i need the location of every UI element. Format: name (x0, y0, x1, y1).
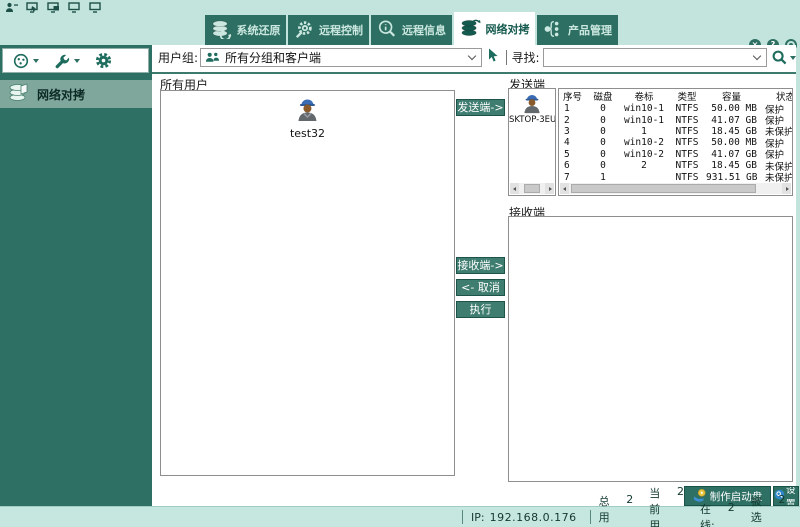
separator (505, 50, 507, 65)
settings-gear-button[interactable] (94, 51, 113, 70)
search-icon (772, 50, 787, 65)
tools-button[interactable] (53, 52, 80, 70)
sender-disk-table[interactable]: 序号 磁盘 卷标 类型 容量 状态 10win10-1NTFS50.00 MB保… (558, 88, 793, 196)
chevron-down-icon (752, 51, 762, 61)
tab-system-restore[interactable]: 系统还原 (205, 15, 286, 45)
database-copy-icon (460, 18, 481, 41)
machine-name: SKTOP-3EU3S (509, 115, 555, 125)
tab-label: 远程信息 (402, 24, 446, 37)
sidebar: 网络对拷 (0, 45, 152, 506)
view-mode-button[interactable] (12, 52, 39, 70)
col-header-capacity[interactable]: 容量 (706, 89, 762, 103)
chevron-down-icon (74, 58, 80, 63)
tab-label: 产品管理 (568, 24, 612, 37)
receiver-panel[interactable] (508, 216, 793, 482)
machine-list-hscrollbar[interactable] (510, 183, 554, 194)
ip-label: IP: (471, 510, 485, 524)
settings-label: 设置 (786, 486, 796, 506)
col-header-volume[interactable]: 卷标 (620, 89, 668, 103)
receiver-button[interactable]: 接收端-> (456, 257, 505, 274)
tab-network-copy[interactable]: 网络对拷 (454, 12, 535, 46)
scroll-thumb[interactable] (571, 184, 756, 193)
chevron-down-icon (467, 51, 476, 61)
current-users-counter: 当前用户:2 (649, 485, 685, 527)
user-item[interactable]: test32 (290, 96, 325, 140)
cursor-locate-button[interactable] (487, 48, 500, 67)
table-row[interactable]: 5 0 win10-2 NTFS 41.07 GB 保护 (559, 149, 792, 162)
table-row[interactable]: 7 1 NTFS 931.51 GB 未保护 (559, 171, 792, 185)
info-search-icon (377, 19, 397, 42)
table-row[interactable]: 2 0 win10-1 NTFS 41.07 GB 保护 (559, 114, 792, 128)
database-copy-icon (8, 82, 30, 106)
table-row[interactable]: 4 0 win10-2 NTFS 50.00 MB 保护 (559, 137, 792, 150)
user-avatar-icon (295, 99, 321, 126)
disk-table: 序号 磁盘 卷标 类型 容量 状态 10win10-1NTFS50.00 MB保… (559, 89, 792, 185)
user-icon[interactable] (5, 2, 18, 13)
execute-button[interactable]: 执行 (456, 301, 505, 318)
col-header-index[interactable]: 序号 (559, 89, 586, 103)
tab-remote-control[interactable]: 远程控制 (288, 15, 369, 45)
search-label: 寻找: (511, 51, 540, 65)
selected-counter: 被选中:2 (750, 493, 786, 524)
tab-product-management[interactable]: 产品管理 (537, 15, 618, 45)
search-button[interactable] (772, 50, 796, 65)
table-hscrollbar[interactable] (560, 183, 791, 194)
online-counter: 在线: 2 (700, 501, 735, 527)
sidebar-item-network-copy[interactable]: 网络对拷 (0, 80, 152, 108)
gear-wrench-icon (294, 19, 314, 42)
sender-machine-list[interactable]: SKTOP-3EU3S (508, 88, 556, 196)
monitor-outline-icon[interactable] (89, 2, 102, 13)
user-group-label: 用户组: (158, 51, 199, 65)
product-tree-icon (543, 19, 563, 42)
monitor-copy-icon[interactable] (47, 2, 60, 13)
col-header-type[interactable]: 类型 (668, 89, 706, 103)
user-group-value: 所有分组和客户端 (225, 51, 322, 65)
cancel-button[interactable]: <- 取消 (456, 279, 505, 296)
tab-label: 系统还原 (236, 24, 281, 37)
sender-button[interactable]: 发送端-> (456, 99, 505, 116)
col-header-disk[interactable]: 磁盘 (586, 89, 620, 103)
main-area: 用户组: 所有分组和客户端 寻找: 所有用户 test32 发送端-> 接收端-… (152, 45, 796, 506)
ip-status: IP: 192.168.0.176 (462, 510, 577, 524)
monitor-icon[interactable] (68, 2, 81, 13)
status-bar: IP: 192.168.0.176 总用户:2 当前用户:2 在线:2 被选中:… (0, 485, 800, 527)
sender-panel: SKTOP-3EU3S 序号 磁盘 卷标 类型 容量 状态 (508, 88, 793, 196)
chevron-down-icon (790, 55, 796, 60)
scroll-right-icon[interactable] (545, 183, 554, 194)
circle-dots-icon (13, 53, 29, 68)
database-restore-icon (211, 19, 232, 42)
counters-status: 总用户:2 当前用户:2 在线:2 被选中:2 (589, 485, 800, 527)
sidebar-toolbar (2, 48, 149, 73)
chevron-down-icon (33, 58, 39, 63)
table-row[interactable]: 1 0 win10-1 NTFS 50.00 MB 保护 (559, 103, 792, 116)
titlebar-quick-icons (5, 2, 102, 13)
users-group-icon (205, 48, 220, 67)
wrench-icon (55, 54, 70, 68)
search-input[interactable] (542, 48, 767, 67)
user-name: test32 (289, 127, 326, 140)
total-users-counter: 总用户:2 (598, 493, 634, 524)
scroll-left-icon[interactable] (510, 183, 519, 194)
scroll-left-icon[interactable] (560, 183, 569, 194)
tab-label: 远程控制 (319, 24, 363, 37)
filter-bar: 用户组: 所有分组和客户端 寻找: (152, 45, 796, 72)
scroll-thumb[interactable] (524, 184, 540, 193)
monitor-cursor-icon[interactable] (26, 2, 39, 13)
scroll-right-icon[interactable] (782, 183, 791, 194)
app-window: 系统还原 远程控制 远程信息 网络对拷 产品管理 × ? 网络对拷 用户组: (0, 0, 800, 527)
gear-icon (95, 52, 112, 69)
ip-value: 192.168.0.176 (489, 510, 577, 524)
machine-avatar-icon (524, 94, 540, 114)
sidebar-item-label: 网络对拷 (37, 87, 86, 102)
all-users-panel[interactable]: test32 (160, 90, 455, 476)
table-header-row: 序号 磁盘 卷标 类型 容量 状态 (559, 89, 792, 103)
user-group-select[interactable]: 所有分组和客户端 (200, 48, 482, 67)
tab-remote-info[interactable]: 远程信息 (371, 15, 452, 45)
tab-label: 网络对拷 (485, 23, 530, 36)
table-row[interactable]: 6 0 2 NTFS 18.45 GB 未保护 (559, 160, 792, 173)
table-row[interactable]: 3 0 1 NTFS 18.45 GB 未保护 (559, 126, 792, 139)
